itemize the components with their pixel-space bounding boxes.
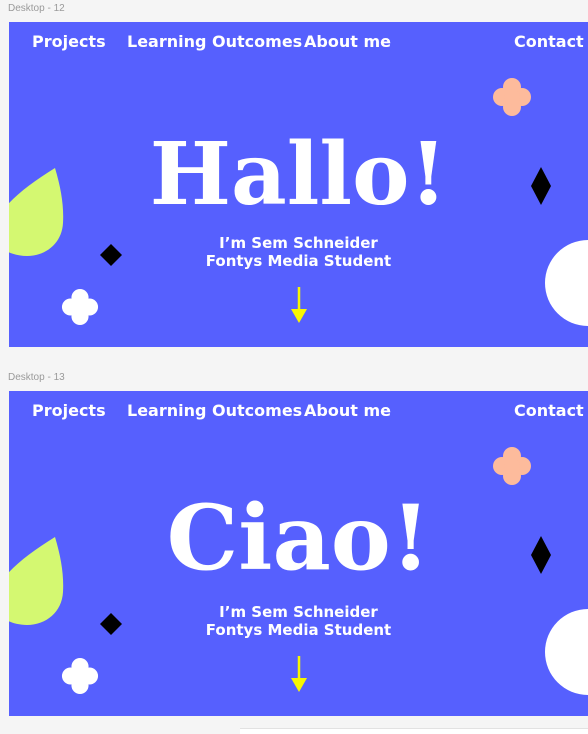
half-circle-icon <box>545 609 588 695</box>
frame-label: Desktop - 12 <box>8 3 65 14</box>
half-circle-icon <box>545 240 588 326</box>
flower-icon <box>493 447 531 485</box>
intro-text: I’m Sem Schneider Fontys Media Student <box>9 603 588 639</box>
arrow-down-icon[interactable] <box>289 287 309 325</box>
intro-name: I’m Sem Schneider <box>219 603 378 621</box>
nav-projects-link[interactable]: Projects <box>32 32 106 51</box>
nav-learning-outcomes-link[interactable]: Learning Outcomes <box>127 32 302 51</box>
intro-text: I’m Sem Schneider Fontys Media Student <box>9 234 588 270</box>
nav-about-me-link[interactable]: About me <box>304 32 391 51</box>
nav-about-me-link[interactable]: About me <box>304 401 391 420</box>
flower-icon <box>493 78 531 116</box>
intro-role: Fontys Media Student <box>205 252 392 270</box>
diamond-icon <box>531 167 551 205</box>
flower-icon <box>61 288 99 326</box>
nav-contact-link[interactable]: Contact <box>514 401 584 420</box>
page-title: Ciao! <box>166 485 431 591</box>
frame-label: Desktop - 13 <box>8 372 65 383</box>
nav-learning-outcomes-link[interactable]: Learning Outcomes <box>127 401 302 420</box>
page-title: Hallo! <box>149 124 448 225</box>
diamond-icon <box>531 536 551 574</box>
desktop-frame-12: Projects Learning Outcomes About me Cont… <box>9 22 588 347</box>
flower-icon <box>61 657 99 695</box>
intro-role: Fontys Media Student <box>205 621 392 639</box>
nav-contact-link[interactable]: Contact <box>514 32 584 51</box>
canvas-panel-edge <box>240 728 588 734</box>
desktop-frame-13: Projects Learning Outcomes About me Cont… <box>9 391 588 716</box>
arrow-down-icon[interactable] <box>289 656 309 694</box>
nav-projects-link[interactable]: Projects <box>32 401 106 420</box>
intro-name: I’m Sem Schneider <box>219 234 378 252</box>
